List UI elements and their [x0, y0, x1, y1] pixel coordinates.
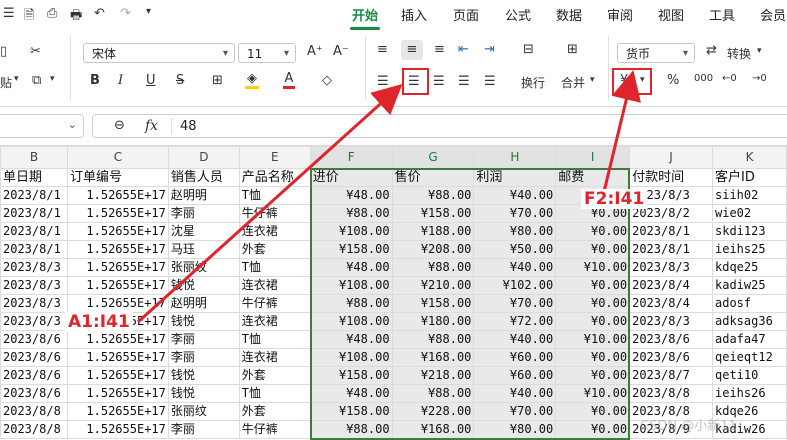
watermark: CSDN @小新11	[640, 419, 737, 434]
callout-right: F2:I41	[581, 189, 648, 209]
arrow-left	[136, 83, 403, 324]
arrow-right	[601, 70, 641, 197]
callout-left: A1:I41	[65, 312, 133, 332]
annotation-arrows	[136, 70, 641, 324]
